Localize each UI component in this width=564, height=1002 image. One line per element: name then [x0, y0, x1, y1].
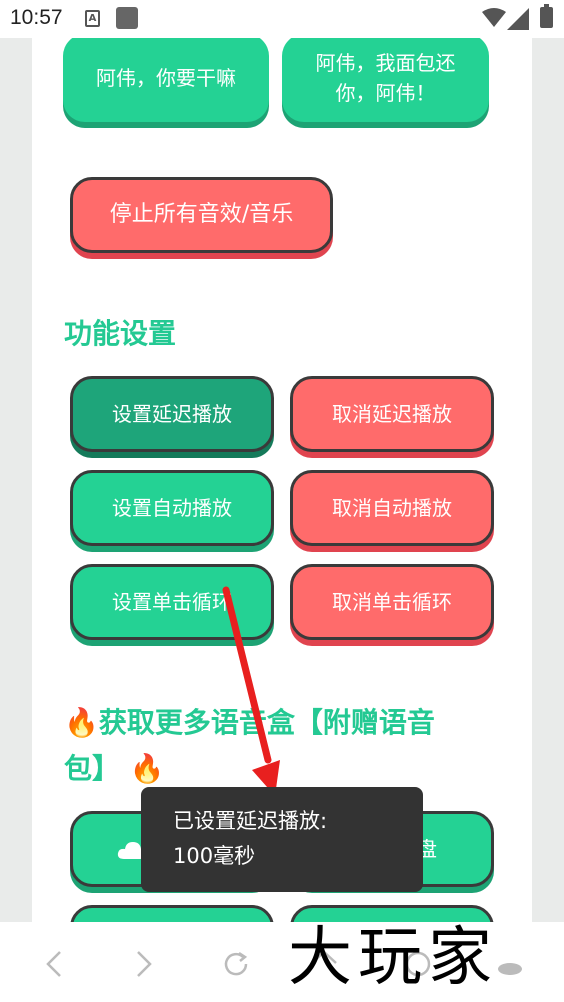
set-auto-play-button[interactable]: 设置自动播放	[70, 470, 274, 546]
watermark-text: 大玩家	[288, 921, 498, 995]
stop-all-sounds-button[interactable]: 停止所有音效/音乐	[70, 177, 333, 253]
status-time: 10:57	[10, 6, 63, 29]
battery-icon	[540, 4, 553, 28]
cancel-delay-play-button[interactable]: 取消延迟播放	[290, 376, 494, 452]
reload-icon	[224, 951, 248, 976]
fire-icon: 🔥	[64, 706, 99, 739]
app-notification-icon: A	[85, 10, 100, 27]
toast-line1: 已设置延迟播放:	[173, 809, 328, 833]
app-notification-square-icon	[116, 7, 138, 29]
cancel-click-loop-button[interactable]: 取消单击循环	[290, 564, 494, 640]
more-title-line1: 获取更多语音盒【附赠语音	[98, 706, 435, 739]
screen: 10:57 A 阿伟，你要干嘛 阿伟，我面包还 你，阿伟！ 停止所有音效/音乐 …	[0, 0, 564, 1002]
more-section-title: 🔥获取更多语音盒【附赠语音 包】 🔥	[64, 700, 494, 792]
settings-section-title: 功能设置	[64, 317, 177, 350]
toast-message: 已设置延迟播放: 100毫秒	[141, 787, 423, 892]
wifi-icon	[482, 8, 506, 27]
toast-line2: 100毫秒	[173, 844, 256, 868]
fire-icon: 🔥	[129, 752, 165, 785]
cancel-auto-play-button[interactable]: 取消自动播放	[290, 470, 494, 546]
set-click-loop-button[interactable]: 设置单击循环	[70, 564, 274, 640]
forward-button[interactable]	[124, 944, 164, 984]
more-title-line2: 包】	[64, 752, 121, 785]
menu-icon	[498, 963, 522, 975]
status-bar: 10:57 A	[0, 0, 564, 38]
reload-button[interactable]	[216, 944, 256, 984]
set-delay-play-button[interactable]: 设置延迟播放	[70, 376, 274, 452]
sound-button-return-bread[interactable]: 阿伟，我面包还 你，阿伟！	[282, 34, 489, 122]
back-icon	[46, 951, 61, 977]
back-button[interactable]	[34, 944, 74, 984]
forward-icon	[137, 951, 152, 977]
sound-button-what-do-you-want[interactable]: 阿伟，你要干嘛	[63, 34, 269, 122]
signal-icon	[507, 8, 529, 30]
